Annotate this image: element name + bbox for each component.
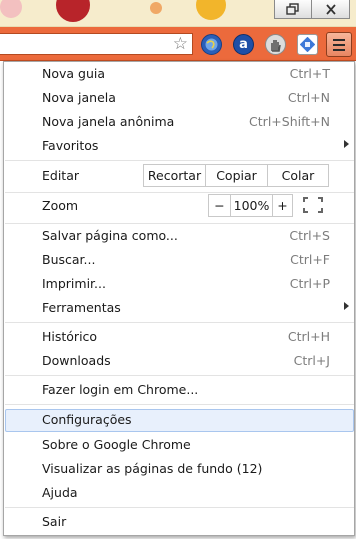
- copy-button[interactable]: Copiar: [205, 165, 267, 186]
- menu-separator: [5, 322, 354, 323]
- menu-item-shortcut: Ctrl+F: [290, 252, 330, 267]
- menu-separator: [5, 507, 354, 508]
- theme-decoration: [0, 0, 22, 18]
- menu-item-about[interactable]: Sobre o Google Chrome: [5, 434, 354, 457]
- zoom-in-button[interactable]: +: [272, 195, 292, 216]
- menu-item-incognito[interactable]: Nova janela anônima Ctrl+Shift+N: [5, 111, 354, 134]
- theme-decoration: [56, 0, 90, 22]
- menu-item-label: Nova janela: [42, 90, 116, 105]
- menu-item-label: Visualizar as páginas de fundo (12): [42, 461, 263, 476]
- menu-item-label: Ferramentas: [42, 300, 121, 315]
- menu-separator: [5, 160, 354, 161]
- menu-item-label: Salvar página como...: [42, 228, 178, 243]
- menu-item-sign-in[interactable]: Fazer login em Chrome...: [5, 379, 354, 402]
- menu-item-label: Favoritos: [42, 138, 99, 153]
- zoom-level: 100%: [230, 195, 272, 216]
- menu-item-shortcut: Ctrl+T: [289, 66, 330, 81]
- menu-separator: [5, 192, 354, 193]
- restore-button[interactable]: [274, 0, 312, 19]
- menu-item-exit[interactable]: Sair: [5, 511, 354, 534]
- menu-item-shortcut: Ctrl+J: [293, 353, 330, 368]
- menu-item-label: Nova janela anônima: [42, 114, 175, 129]
- window-controls: [274, 0, 350, 20]
- menu-item-shortcut: Ctrl+N: [287, 90, 330, 105]
- close-button[interactable]: [312, 0, 350, 19]
- menu-item-label: Nova guia: [42, 66, 106, 81]
- menu-item-label: Editar: [42, 168, 80, 183]
- chrome-main-menu: Nova guia Ctrl+T Nova janela Ctrl+N Nova…: [3, 61, 355, 536]
- menu-item-find[interactable]: Buscar... Ctrl+F: [5, 249, 354, 272]
- star-icon[interactable]: ☆: [173, 34, 188, 54]
- menu-item-label: Ajuda: [42, 485, 78, 500]
- hamburger-menu-icon[interactable]: [326, 32, 352, 57]
- zoom-out-button[interactable]: −: [209, 195, 230, 216]
- theme-decoration: [196, 0, 226, 20]
- zoom-control: − 100% +: [208, 194, 293, 217]
- menu-item-tools[interactable]: Ferramentas: [5, 297, 354, 320]
- menu-item-label: Configurações: [42, 412, 132, 427]
- globe-icon[interactable]: [201, 34, 222, 55]
- menu-item-new-window[interactable]: Nova janela Ctrl+N: [5, 87, 354, 110]
- menu-item-label: Histórico: [42, 329, 98, 344]
- menu-item-new-tab[interactable]: Nova guia Ctrl+T: [5, 63, 354, 86]
- amazon-icon[interactable]: a: [233, 34, 254, 55]
- menu-item-shortcut: Ctrl+H: [287, 329, 330, 344]
- menu-item-downloads[interactable]: Downloads Ctrl+J: [5, 350, 354, 373]
- window-frame: [0, 0, 356, 27]
- menu-separator: [5, 375, 354, 376]
- menu-item-shortcut: Ctrl+S: [289, 228, 330, 243]
- close-icon: [325, 3, 336, 15]
- menu-item-label: Buscar...: [42, 252, 96, 267]
- menu-item-background-pages[interactable]: Visualizar as páginas de fundo (12): [5, 458, 354, 481]
- paste-button[interactable]: Colar: [267, 165, 328, 186]
- hand-icon[interactable]: [265, 34, 286, 55]
- theme-decoration: [150, 2, 162, 14]
- menu-item-save-page[interactable]: Salvar página como... Ctrl+S: [5, 225, 354, 248]
- edit-button-group: Recortar Copiar Colar: [143, 164, 329, 187]
- menu-item-label: Sair: [42, 514, 67, 529]
- menu-item-label: Zoom: [42, 198, 79, 213]
- menu-item-print[interactable]: Imprimir... Ctrl+P: [5, 273, 354, 296]
- puzzle-icon[interactable]: [297, 34, 318, 55]
- menu-item-shortcut: Ctrl+P: [289, 276, 330, 291]
- menu-item-history[interactable]: Histórico Ctrl+H: [5, 326, 354, 349]
- fullscreen-button[interactable]: [298, 194, 328, 217]
- menu-item-label: Imprimir...: [42, 276, 106, 291]
- menu-item-help[interactable]: Ajuda: [5, 482, 354, 505]
- menu-separator: [5, 223, 354, 224]
- menu-item-settings[interactable]: Configurações: [5, 409, 354, 432]
- submenu-arrow-icon: [344, 140, 349, 148]
- menu-item-label: Sobre o Google Chrome: [42, 437, 191, 452]
- address-bar[interactable]: ☆: [0, 33, 193, 55]
- submenu-arrow-icon: [344, 302, 349, 310]
- browser-toolbar: ☆ a: [0, 27, 356, 61]
- cut-button[interactable]: Recortar: [144, 165, 205, 186]
- menu-separator: [5, 404, 354, 405]
- menu-item-label: Downloads: [42, 353, 111, 368]
- menu-item-label: Fazer login em Chrome...: [42, 382, 199, 397]
- menu-item-shortcut: Ctrl+Shift+N: [249, 114, 330, 129]
- fullscreen-icon: [303, 196, 323, 213]
- restore-icon: [286, 3, 299, 15]
- menu-item-bookmarks[interactable]: Favoritos: [5, 135, 354, 158]
